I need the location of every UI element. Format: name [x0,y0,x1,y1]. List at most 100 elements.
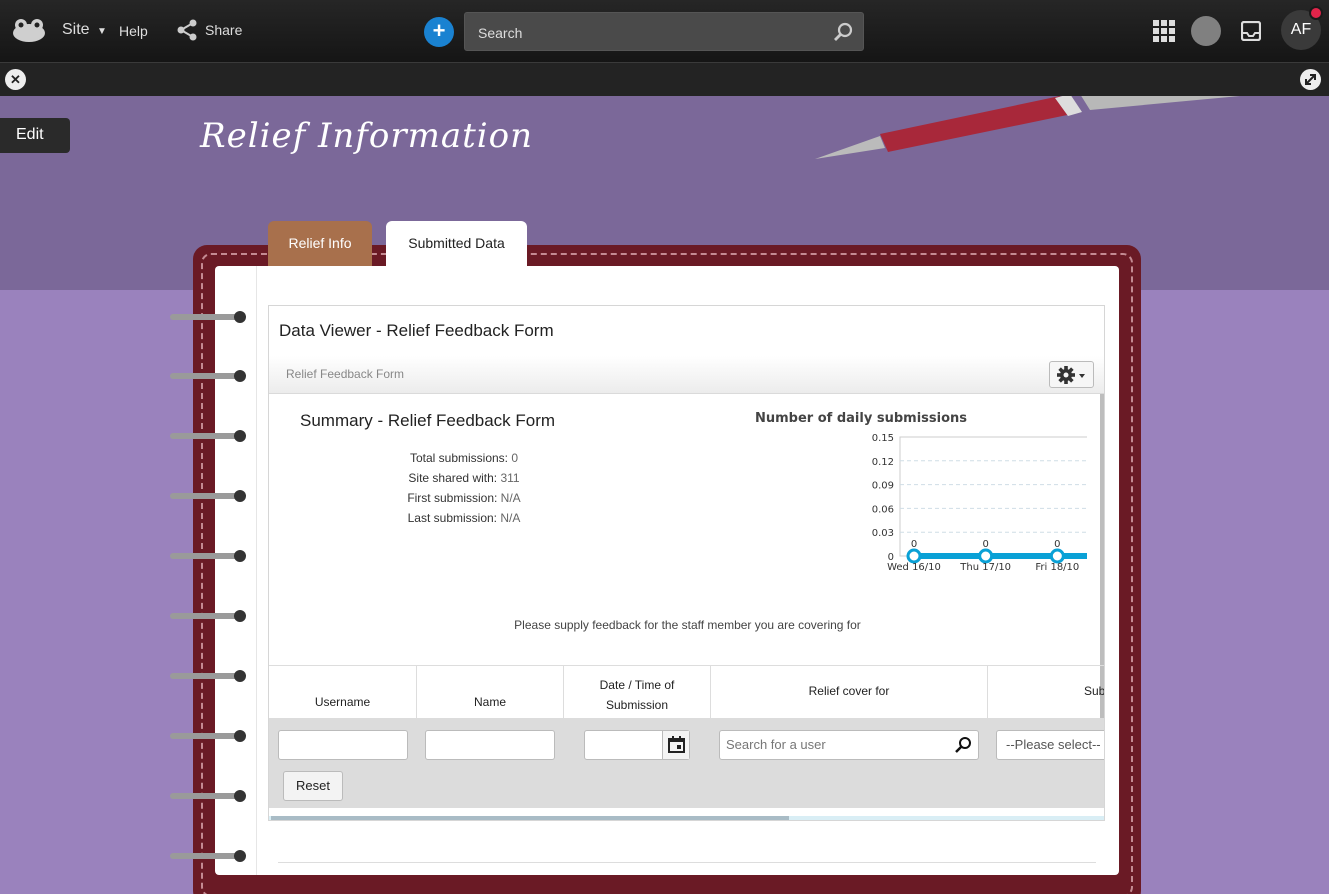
data-label: 0 [982,539,988,550]
share-label: Share [205,22,243,38]
data-viewer-panel: Data Viewer - Relief Feedback Form Relie… [268,305,1105,821]
share-icon [177,19,197,41]
stat-value: 311 [500,471,520,485]
summary-title: Summary - Relief Feedback Form [300,411,556,430]
close-icon: ✕ [10,72,21,87]
column-header-sub[interactable]: Sub [988,666,1105,719]
chart-title: Number of daily submissions [755,411,967,426]
add-button[interactable]: + [424,17,454,47]
column-header-name[interactable]: Name [417,666,564,719]
inbox-icon[interactable] [1241,21,1261,41]
site-menu-label: Site [62,21,90,38]
panel-title: Data Viewer - Relief Feedback Form [279,321,554,340]
top-navigation-bar: Site ▼ Help Share + Search AF [0,0,1329,62]
expand-icon [1305,74,1316,85]
status-circle-icon[interactable] [1191,16,1221,46]
data-point [978,548,994,564]
y-tick-label: 0.15 [872,433,894,444]
page-divider [278,862,1096,863]
binder-ring-icon [170,850,246,862]
binder-ring-icon [170,490,246,502]
secondary-toolbar: ✕ [0,62,1329,96]
stat-first-submission: First submission: N/A [329,491,599,505]
stat-value: N/A [500,511,521,525]
select-placeholder: --Please select-- [1006,737,1101,752]
user-search-input[interactable]: Search for a user [719,730,979,760]
tab-relief-info[interactable]: Relief Info [268,221,372,266]
page-title: Relief Information [200,116,534,156]
caret-down-icon: ▼ [97,26,107,37]
panel-subheader: Relief Feedback Form [269,356,1104,394]
user-search-placeholder: Search for a user [726,737,826,752]
column-label: Date / Time of Submission [599,678,675,712]
data-label: 0 [1054,539,1060,550]
column-label: Name [473,695,506,709]
page-margin-line [256,266,257,875]
calendar-icon [668,736,685,753]
x-tick-label: Fri 18/10 [1035,562,1079,573]
stat-total-submissions: Total submissions: 0 [329,451,599,465]
edit-button[interactable]: Edit [0,118,70,153]
settings-dropdown-button[interactable] [1049,361,1094,388]
y-tick-label: 0.12 [872,457,894,468]
column-label: Sub [1084,684,1105,698]
binder-ring-icon [170,311,246,323]
pen-decoration-icon [815,96,1240,159]
daily-submissions-chart: 0 0.03 0.06 0.09 0.12 0.15 0 Wed 16/10 0 Thu 17/1… [872,433,1087,573]
frog-logo-icon[interactable] [12,16,46,44]
date-filter-input[interactable] [584,730,690,760]
column-label: Relief cover for [808,684,890,698]
data-point [1049,548,1065,564]
y-tick-label: 0.06 [872,504,894,515]
filter-row: Search for a user --Please select-- Rese… [269,718,1104,808]
binder-ring-icon [170,430,246,442]
site-menu[interactable]: Site ▼ [62,21,107,39]
binder-ring-icon [170,670,246,682]
stat-value: N/A [500,491,521,505]
data-label: 0 [911,539,917,550]
close-button[interactable]: ✕ [5,69,26,90]
name-filter-input[interactable] [425,730,555,760]
stat-site-shared-with: Site shared with: 311 [329,471,599,485]
table-header-row: Username Name Date / Time of Submission … [269,665,1105,719]
search-icon[interactable] [954,736,972,754]
form-name-label: Relief Feedback Form [286,367,405,381]
x-tick-label: Wed 16/10 [887,562,941,573]
stat-label: Last submission: [407,511,501,525]
select-filter-dropdown[interactable]: --Please select-- [996,730,1104,760]
help-link[interactable]: Help [119,23,148,39]
stat-label: Total submissions: [409,451,512,465]
share-button[interactable]: Share [176,19,242,41]
data-point [906,548,922,564]
binder-ring-icon [170,730,246,742]
search-placeholder: Search [478,25,523,41]
x-tick-label: Thu 17/10 [959,562,1011,573]
notification-badge [1309,6,1323,20]
apps-grid-icon[interactable] [1153,20,1175,42]
binder-ring-icon [170,610,246,622]
binder-ring-icon [170,550,246,562]
column-header-username[interactable]: Username [269,666,417,719]
calendar-button[interactable] [662,731,689,759]
form-description: Please supply feedback for the staff mem… [514,618,861,632]
reset-button[interactable]: Reset [283,771,343,801]
column-label: Username [314,695,371,709]
fullscreen-button[interactable] [1300,69,1321,90]
binder-ring-icon [170,790,246,802]
column-header-date-time[interactable]: Date / Time of Submission [564,666,711,719]
gear-icon [1057,366,1085,384]
stat-value: 0 [511,451,519,465]
stat-label: First submission: [407,491,501,505]
stat-last-submission: Last submission: N/A [329,511,599,525]
binder-ring-icon [170,370,246,382]
y-tick-label: 0.09 [872,481,894,492]
username-filter-input[interactable] [278,730,408,760]
horizontal-scrollbar-thumb[interactable] [271,816,789,820]
search-input[interactable]: Search [464,12,864,51]
stat-label: Site shared with: [408,471,501,485]
search-icon[interactable] [833,22,853,42]
tab-submitted-data[interactable]: Submitted Data [386,221,527,266]
y-tick-label: 0.03 [872,528,894,539]
plus-icon: + [432,18,446,43]
column-header-relief-cover-for[interactable]: Relief cover for [711,666,988,719]
